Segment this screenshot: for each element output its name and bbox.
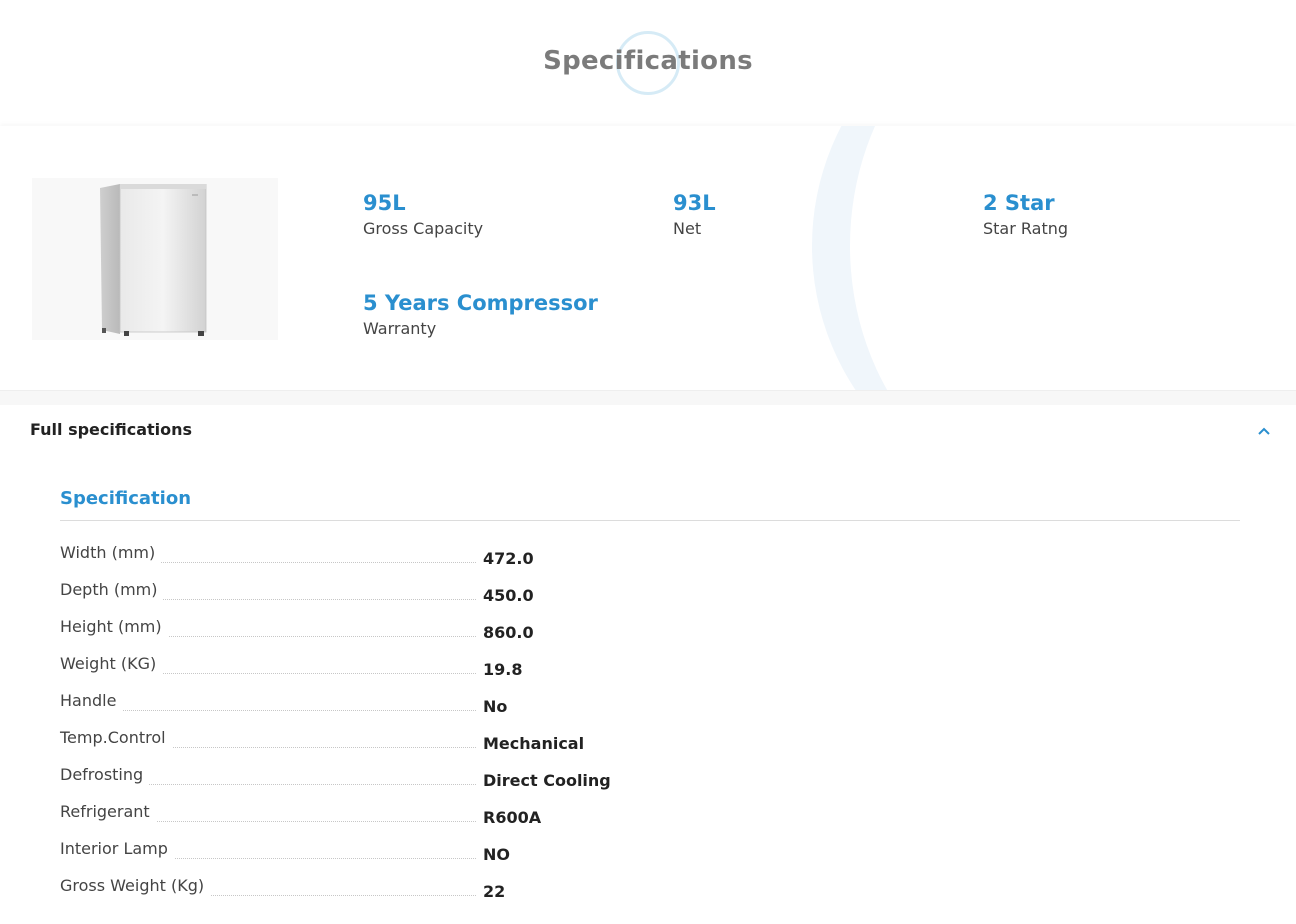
spec-value: Direct Cooling bbox=[483, 771, 611, 790]
spec-row-width: Width (mm) 472.0 bbox=[60, 543, 760, 580]
stat-value: 95L bbox=[363, 191, 406, 215]
spec-value: R600A bbox=[483, 808, 542, 827]
stat-value: 5 Years Compressor bbox=[363, 291, 598, 315]
spec-value: 472.0 bbox=[483, 549, 534, 568]
spec-row-temp-control: Temp.Control Mechanical bbox=[60, 728, 760, 765]
spec-row-handle: Handle No bbox=[60, 691, 760, 728]
spec-list: Width (mm) 472.0 Depth (mm) 450.0 Height… bbox=[60, 543, 760, 913]
spec-label: Defrosting bbox=[60, 765, 150, 785]
spec-value: 22 bbox=[483, 882, 506, 901]
key-specs-summary: 95L Gross Capacity 93L Net 2 Star Star R… bbox=[0, 126, 1296, 390]
chevron-up-icon[interactable] bbox=[1256, 424, 1272, 438]
stat-label: Warranty bbox=[363, 319, 437, 338]
spec-value: Mechanical bbox=[483, 734, 585, 753]
stat-net-capacity: 93L Net bbox=[673, 190, 716, 239]
section-divider bbox=[0, 390, 1296, 405]
stat-gross-capacity: 95L Gross Capacity bbox=[363, 190, 483, 239]
spec-label: Depth (mm) bbox=[60, 580, 164, 600]
background-arc-decoration bbox=[812, 126, 1296, 390]
spec-row-height: Height (mm) 860.0 bbox=[60, 617, 760, 654]
refrigerator-image bbox=[100, 184, 207, 336]
spec-row-interior-lamp: Interior Lamp NO bbox=[60, 839, 760, 876]
spec-value: 19.8 bbox=[483, 660, 523, 679]
spec-label: Height (mm) bbox=[60, 617, 168, 637]
specification-heading: Specification bbox=[60, 488, 192, 509]
spec-label: Temp.Control bbox=[60, 728, 172, 748]
full-specifications-title: Full specifications bbox=[30, 420, 193, 439]
spec-value: 860.0 bbox=[483, 623, 534, 642]
spec-label: Weight (KG) bbox=[60, 654, 163, 674]
spec-label: Interior Lamp bbox=[60, 839, 174, 859]
full-specifications-toggle[interactable]: Full specifications bbox=[0, 404, 1296, 454]
spec-value: NO bbox=[483, 845, 510, 864]
spec-row-depth: Depth (mm) 450.0 bbox=[60, 580, 760, 617]
page-header: Specifications bbox=[0, 0, 1296, 126]
stat-value: 93L bbox=[673, 191, 716, 215]
stat-value: 2 Star bbox=[983, 191, 1055, 215]
spec-value: 450.0 bbox=[483, 586, 534, 605]
spec-row-refrigerant: Refrigerant R600A bbox=[60, 802, 760, 839]
spec-row-weight: Weight (KG) 19.8 bbox=[60, 654, 760, 691]
section-rule bbox=[60, 520, 1240, 521]
spec-value: No bbox=[483, 697, 508, 716]
stat-label: Gross Capacity bbox=[363, 219, 484, 238]
product-image bbox=[32, 178, 278, 340]
stat-star-rating: 2 Star Star Ratng bbox=[983, 190, 1068, 239]
page-title: Specifications bbox=[543, 46, 753, 76]
stat-warranty: 5 Years Compressor Warranty bbox=[363, 290, 598, 339]
spec-label: Handle bbox=[60, 691, 123, 711]
spec-label: Gross Weight (Kg) bbox=[60, 876, 211, 896]
spec-row-defrosting: Defrosting Direct Cooling bbox=[60, 765, 760, 802]
spec-label: Width (mm) bbox=[60, 543, 162, 563]
spec-label: Refrigerant bbox=[60, 802, 156, 822]
spec-row-gross-weight: Gross Weight (Kg) 22 bbox=[60, 876, 760, 913]
stat-label: Star Ratng bbox=[983, 219, 1069, 238]
stat-label: Net bbox=[673, 219, 702, 238]
